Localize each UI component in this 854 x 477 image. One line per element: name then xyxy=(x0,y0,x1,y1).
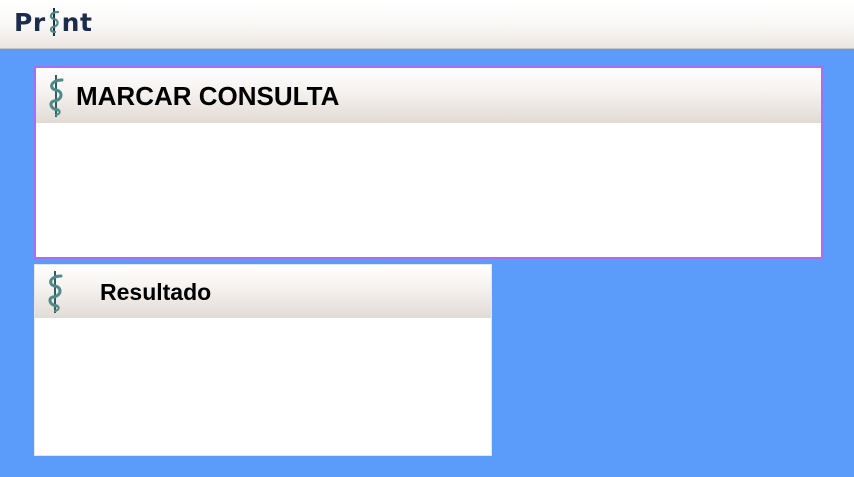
resultado-header: Resultado xyxy=(35,265,491,318)
marcar-consulta-header: MARCAR CONSULTA xyxy=(36,68,821,123)
resultado-title: Resultado xyxy=(100,279,212,305)
marcar-consulta-panel: MARCAR CONSULTA xyxy=(34,66,823,259)
app-logo[interactable]: Pr nt xyxy=(14,6,92,38)
caduceus-staff-icon xyxy=(49,74,64,117)
marcar-consulta-body xyxy=(36,123,821,257)
logo-text-left: Pr xyxy=(14,7,46,37)
top-bar: Pr nt xyxy=(0,0,854,49)
logo-text-right: nt xyxy=(61,7,93,37)
caduceus-staff-icon xyxy=(48,270,63,313)
caduceus-staff-icon xyxy=(49,8,59,36)
marcar-consulta-title: MARCAR CONSULTA xyxy=(76,81,340,111)
resultado-panel: Resultado xyxy=(34,264,492,456)
resultado-body xyxy=(35,318,491,455)
